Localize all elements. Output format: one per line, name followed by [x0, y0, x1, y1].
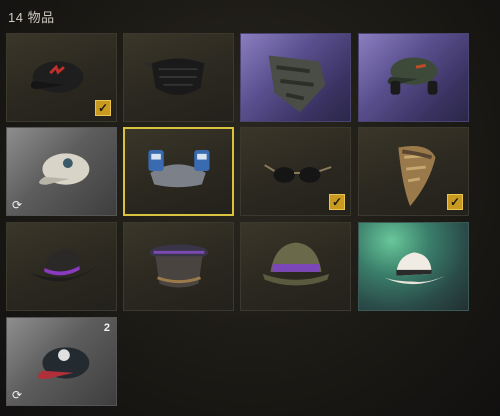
inventory-slot-headset-cap[interactable]	[358, 33, 469, 122]
equipped-check-icon: ✓	[329, 194, 345, 210]
duplicate-icon: ⟳	[12, 388, 23, 402]
inventory-slot-pith-helmet[interactable]	[240, 222, 351, 311]
inventory-slot-helmet-goggles[interactable]	[123, 127, 234, 216]
stack-count-badge: 2	[103, 322, 110, 334]
fedora-icon	[384, 252, 446, 285]
equipped-check-icon: ✓	[95, 100, 111, 116]
inventory-slot-feather-headdress[interactable]: ✓	[358, 127, 469, 216]
inventory-slot-black-cap[interactable]: ✓	[6, 33, 117, 122]
inventory-slot-white-cap[interactable]: ⟳	[6, 127, 117, 216]
officer-cap-icon	[149, 244, 209, 288]
white-cap-icon	[38, 153, 90, 185]
inventory-slot-camo-bandana[interactable]	[240, 33, 351, 122]
inventory-slot-face-mask[interactable]	[123, 33, 234, 122]
inventory-slot-sunglasses[interactable]: ✓	[240, 127, 351, 216]
helmet-goggles-icon	[148, 150, 210, 188]
inventory-slot-fedora[interactable]	[358, 222, 469, 311]
inventory-slot-cowboy-hat[interactable]	[6, 222, 117, 311]
inventory-slot-officer-cap[interactable]	[123, 222, 234, 311]
headset-cap-icon	[387, 57, 438, 95]
pith-helmet-icon	[262, 242, 330, 286]
duplicate-icon: ⟳	[12, 198, 23, 212]
inventory-count-label: 14 物品	[8, 10, 55, 25]
cowboy-hat-icon	[28, 248, 98, 282]
equipped-check-icon: ✓	[447, 194, 463, 210]
camo-bandana-mask-icon	[268, 55, 326, 113]
red-cap-icon	[37, 347, 90, 379]
black-face-mask-icon	[145, 58, 213, 96]
inventory-slot-red-cap[interactable]: 2 ⟳	[6, 317, 117, 406]
